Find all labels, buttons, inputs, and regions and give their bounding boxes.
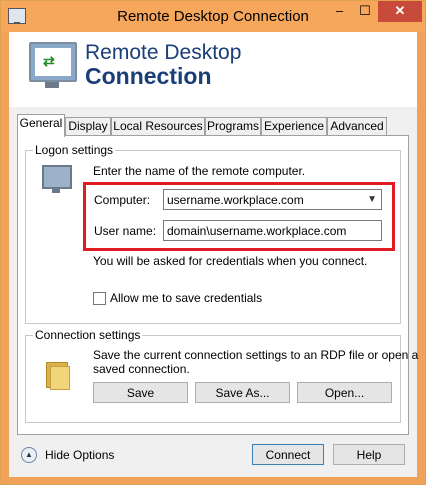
general-tab-panel: Logon settings Enter the name of the rem…: [17, 135, 418, 435]
connection-description-line1: Save the current connection settings to …: [93, 348, 419, 362]
banner: ⇄ Remote Desktop Connection: [9, 32, 417, 107]
hide-options-link[interactable]: Hide Options: [45, 448, 114, 462]
logon-settings-group: Logon settings Enter the name of the rem…: [25, 143, 401, 324]
computer-icon: [42, 165, 72, 193]
banner-title-line1: Remote Desktop: [85, 41, 242, 64]
open-button[interactable]: Open...: [297, 382, 392, 403]
maximize-button[interactable]: ☐: [352, 1, 378, 22]
chevron-up-icon[interactable]: ▲: [21, 447, 37, 463]
minimize-button[interactable]: –: [327, 1, 352, 22]
help-button[interactable]: Help: [333, 444, 405, 465]
connection-settings-group: Connection settings Save the current con…: [25, 328, 418, 423]
tab-programs[interactable]: Programs: [205, 117, 261, 136]
save-credentials-label[interactable]: Allow me to save credentials: [110, 291, 262, 305]
connection-description-line2: saved connection.: [93, 362, 190, 376]
save-as-button[interactable]: Save As...: [195, 382, 290, 403]
save-credentials-checkbox[interactable]: [93, 292, 106, 305]
username-label: User name:: [94, 224, 157, 238]
close-button[interactable]: ✕: [378, 1, 422, 22]
username-input[interactable]: domain\username.workplace.com: [163, 220, 382, 241]
save-button[interactable]: Save: [93, 382, 188, 403]
tab-local-resources[interactable]: Local Resources: [111, 117, 205, 136]
remote-desktop-icon: ⇄: [29, 42, 77, 90]
tab-advanced[interactable]: Advanced: [327, 117, 387, 136]
app-window: Remote Desktop Connection – ☐ ✕ ⇄ Remote…: [0, 0, 426, 485]
folder-icon: [44, 360, 70, 390]
computer-value: username.workplace.com: [167, 193, 304, 207]
credentials-note: You will be asked for credentials when y…: [93, 254, 368, 268]
logon-instruction: Enter the name of the remote computer.: [93, 164, 306, 178]
dialog-body: ⇄ Remote Desktop Connection General Disp…: [9, 32, 418, 477]
logon-settings-label: Logon settings: [33, 143, 116, 157]
chevron-down-icon[interactable]: ▼: [367, 190, 377, 209]
connection-settings-label: Connection settings: [33, 328, 143, 342]
title-bar[interactable]: Remote Desktop Connection – ☐ ✕: [1, 1, 425, 32]
computer-combobox[interactable]: username.workplace.com ▼: [163, 189, 382, 210]
computer-label: Computer:: [94, 193, 151, 207]
connect-button[interactable]: Connect: [252, 444, 324, 465]
banner-title-line2: Connection: [85, 63, 212, 89]
tab-display[interactable]: Display: [65, 117, 111, 136]
tab-experience[interactable]: Experience: [261, 117, 327, 136]
tab-general[interactable]: General: [17, 114, 65, 137]
